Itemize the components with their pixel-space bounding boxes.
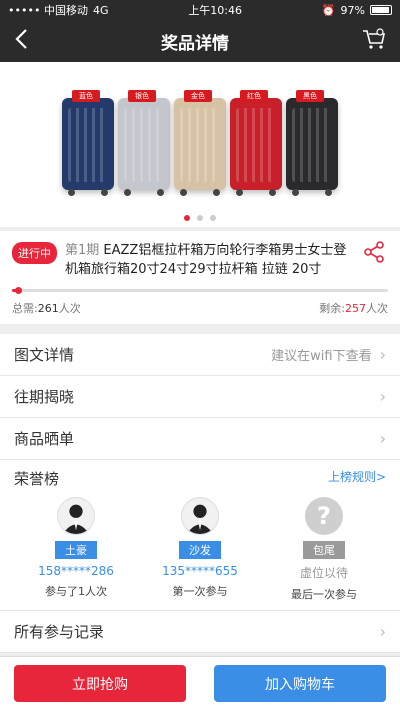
back-icon[interactable] xyxy=(14,28,28,54)
network-label: 4G xyxy=(92,3,109,17)
honor-tag: 土豪 xyxy=(55,541,97,559)
color-tag: 金色 xyxy=(184,90,212,102)
honor-board: 荣誉榜 上榜规则> 土豪 158*****286 参与了1人次 沙发 135**… xyxy=(0,460,400,611)
battery-icon xyxy=(370,5,392,15)
status-badge: 进行中 xyxy=(12,242,57,264)
show-row[interactable]: 商品晒单 › xyxy=(0,418,400,460)
detail-row[interactable]: 图文详情 建议在wifi下查看 › xyxy=(0,334,400,376)
time-label: 上午10:46 xyxy=(188,4,243,17)
carousel-dots xyxy=(0,215,400,221)
honor-desc: 参与了1人次 xyxy=(45,585,107,598)
honor-tag: 沙发 xyxy=(179,541,221,559)
color-tag: 红色 xyxy=(240,90,268,102)
honor-rule-link[interactable]: 上榜规则> xyxy=(328,468,386,489)
progress-knob xyxy=(15,287,23,294)
buy-now-button[interactable]: 立即抢购 xyxy=(14,665,186,702)
carousel-dot[interactable] xyxy=(184,215,190,221)
chevron-right-icon: › xyxy=(379,622,386,641)
chevron-right-icon: › xyxy=(379,345,386,364)
question-mark-icon: ? xyxy=(305,497,343,535)
honor-item-tuhao[interactable]: 土豪 158*****286 参与了1人次 xyxy=(26,497,126,602)
total-value: 261 xyxy=(37,302,59,315)
detail-hint: 建议在wifi下查看 xyxy=(271,349,372,364)
records-label: 所有参与记录 xyxy=(14,623,105,641)
share-icon[interactable] xyxy=(360,241,388,263)
product-image-carousel[interactable]: 蓝色 银色 金色 红色 黑色 xyxy=(0,62,400,227)
honor-item-shafa[interactable]: 沙发 135*****655 第一次参与 xyxy=(150,497,250,602)
history-row[interactable]: 往期揭晓 › xyxy=(0,376,400,418)
alarm-icon: ⏰ xyxy=(321,3,336,17)
honor-item-baowei[interactable]: ? 包尾 虚位以待 最后一次参与 xyxy=(274,497,374,602)
honor-phone: 158*****286 xyxy=(38,564,114,578)
color-tag: 蓝色 xyxy=(72,90,100,102)
bottom-action-bar: 立即抢购 加入购物车 xyxy=(0,656,400,710)
total-count: 总需:261人次 xyxy=(12,302,81,315)
add-to-cart-button[interactable]: 加入购物车 xyxy=(214,665,386,702)
progress-bar xyxy=(12,287,388,294)
remaining-count: 剩余:257人次 xyxy=(319,302,388,315)
period-label: 第1期 xyxy=(65,243,100,258)
honor-phone: 135*****655 xyxy=(162,564,238,578)
honor-phone: 虚位以待 xyxy=(299,566,348,580)
show-label: 商品晒单 xyxy=(14,430,75,448)
status-bar: ••••• 中国移动 4G 上午10:46 ⏰ 97% xyxy=(0,0,400,20)
cart-icon[interactable] xyxy=(362,28,386,54)
nav-bar: 奖品详情 xyxy=(0,20,400,62)
suitcase-image: 蓝色 银色 金色 红色 黑色 xyxy=(62,82,338,196)
suitcase-1: 银色 xyxy=(118,90,170,196)
history-label: 往期揭晓 xyxy=(14,388,75,406)
carrier-label: ••••• 中国移动 xyxy=(8,4,88,17)
detail-label: 图文详情 xyxy=(14,346,75,364)
records-row[interactable]: 所有参与记录 › xyxy=(0,611,400,653)
battery-label: 97% xyxy=(340,3,365,17)
carousel-dot[interactable] xyxy=(210,215,216,221)
suitcase-0: 蓝色 xyxy=(62,90,114,196)
suitcase-2: 金色 xyxy=(174,90,226,196)
carousel-dot[interactable] xyxy=(197,215,203,221)
honor-desc: 最后一次参与 xyxy=(291,588,357,601)
color-tag: 银色 xyxy=(128,90,156,102)
suitcase-3: 红色 xyxy=(230,90,282,196)
chevron-right-icon: › xyxy=(379,429,386,448)
remaining-value: 257 xyxy=(345,302,366,315)
product-name: EAZZ铝框拉杆箱万向轮行李箱男士女士登机箱旅行箱20寸24寸29寸拉杆箱 拉链… xyxy=(65,243,347,277)
color-tag: 黑色 xyxy=(296,90,324,102)
avatar xyxy=(181,497,219,535)
honor-tag: 包尾 xyxy=(303,541,345,559)
product-info: 进行中 第1期 EAZZ铝框拉杆箱万向轮行李箱男士女士登机箱旅行箱20寸24寸2… xyxy=(0,231,400,324)
honor-title: 荣誉榜 xyxy=(14,470,60,488)
page-title: 奖品详情 xyxy=(161,33,229,54)
product-title: 第1期 EAZZ铝框拉杆箱万向轮行李箱男士女士登机箱旅行箱20寸24寸29寸拉杆… xyxy=(65,241,354,279)
honor-desc: 第一次参与 xyxy=(172,585,228,598)
suitcase-4: 黑色 xyxy=(286,90,338,196)
chevron-right-icon: › xyxy=(379,387,386,406)
avatar xyxy=(57,497,95,535)
